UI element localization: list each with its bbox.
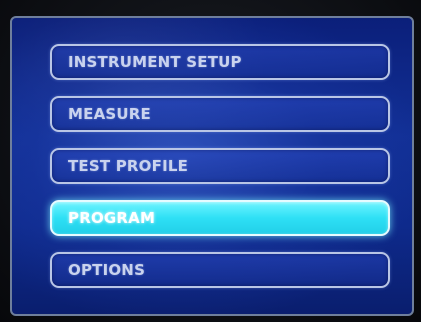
menu-item-label: MEASURE (68, 105, 151, 123)
device-bezel: INSTRUMENT SETUP MEASURE TEST PROFILE PR… (0, 0, 421, 322)
menu-item-options[interactable]: OPTIONS (50, 252, 390, 288)
menu-item-label: INSTRUMENT SETUP (68, 53, 242, 71)
main-menu: INSTRUMENT SETUP MEASURE TEST PROFILE PR… (50, 44, 390, 304)
menu-item-label: OPTIONS (68, 261, 146, 279)
menu-item-instrument-setup[interactable]: INSTRUMENT SETUP (50, 44, 390, 80)
menu-item-label: PROGRAM (68, 209, 156, 227)
display-screen: INSTRUMENT SETUP MEASURE TEST PROFILE PR… (10, 16, 414, 316)
menu-item-test-profile[interactable]: TEST PROFILE (50, 148, 390, 184)
menu-item-label: TEST PROFILE (68, 157, 189, 175)
menu-item-measure[interactable]: MEASURE (50, 96, 390, 132)
menu-item-program[interactable]: PROGRAM (50, 200, 390, 236)
